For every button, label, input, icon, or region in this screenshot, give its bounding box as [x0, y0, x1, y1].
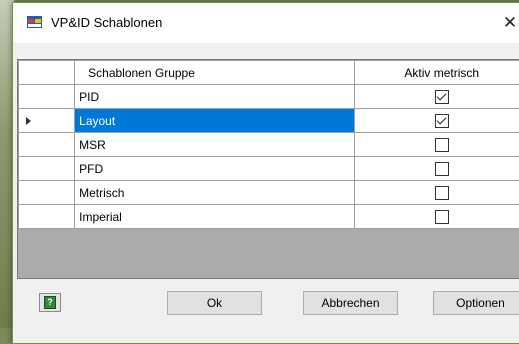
active-metric-cell	[354, 205, 519, 229]
active-metric-cell	[354, 85, 519, 109]
dialog-window: VP&ID Schablonen ✕ Schablonen Gruppe Akt…	[12, 2, 519, 344]
active-metric-checkbox[interactable]	[435, 162, 449, 176]
column-header-active-metric[interactable]: Aktiv metrisch	[354, 61, 519, 85]
table-row[interactable]: Layout	[19, 109, 519, 133]
table-row[interactable]: PFD	[19, 157, 519, 181]
title-bar[interactable]: VP&ID Schablonen ✕	[13, 3, 519, 43]
active-metric-cell	[354, 109, 519, 133]
close-button[interactable]: ✕	[495, 11, 519, 35]
table-row[interactable]: PID	[19, 85, 519, 109]
template-group-cell[interactable]: Layout	[75, 109, 354, 133]
table-row[interactable]: Imperial	[19, 205, 519, 229]
template-group-cell[interactable]: Imperial	[75, 205, 354, 229]
row-selector[interactable]	[19, 109, 75, 133]
row-selector[interactable]	[19, 181, 75, 205]
active-metric-cell	[354, 133, 519, 157]
template-grid: Schablonen Gruppe Aktiv metrisch PIDLayo…	[17, 59, 519, 279]
window-title: VP&ID Schablonen	[51, 15, 162, 30]
active-metric-cell	[354, 157, 519, 181]
template-table: Schablonen Gruppe Aktiv metrisch PIDLayo…	[18, 60, 519, 229]
active-metric-cell	[354, 181, 519, 205]
ok-button[interactable]: Ok	[167, 291, 262, 315]
cancel-button[interactable]: Abbrechen	[303, 291, 398, 315]
row-selector[interactable]	[19, 133, 75, 157]
active-metric-checkbox[interactable]	[435, 186, 449, 200]
row-selector[interactable]	[19, 205, 75, 229]
column-header-group[interactable]: Schablonen Gruppe	[75, 61, 354, 85]
options-button[interactable]: Optionen	[433, 291, 519, 315]
table-row[interactable]: MSR	[19, 133, 519, 157]
table-header-row: Schablonen Gruppe Aktiv metrisch	[19, 61, 519, 85]
app-window-icon	[27, 16, 42, 28]
template-group-cell[interactable]: PFD	[75, 157, 354, 181]
active-metric-checkbox[interactable]	[435, 114, 449, 128]
row-header-corner	[19, 61, 75, 85]
table-row[interactable]: Metrisch	[19, 181, 519, 205]
template-group-cell[interactable]: MSR	[75, 133, 354, 157]
help-icon: ?	[44, 296, 56, 309]
template-group-cell[interactable]: Metrisch	[75, 181, 354, 205]
row-selector[interactable]	[19, 85, 75, 109]
template-group-cell[interactable]: PID	[75, 85, 354, 109]
row-selector[interactable]	[19, 157, 75, 181]
current-row-arrow-icon	[26, 117, 31, 125]
active-metric-checkbox[interactable]	[435, 210, 449, 224]
active-metric-checkbox[interactable]	[435, 90, 449, 104]
active-metric-checkbox[interactable]	[435, 138, 449, 152]
help-button[interactable]: ?	[39, 293, 61, 312]
